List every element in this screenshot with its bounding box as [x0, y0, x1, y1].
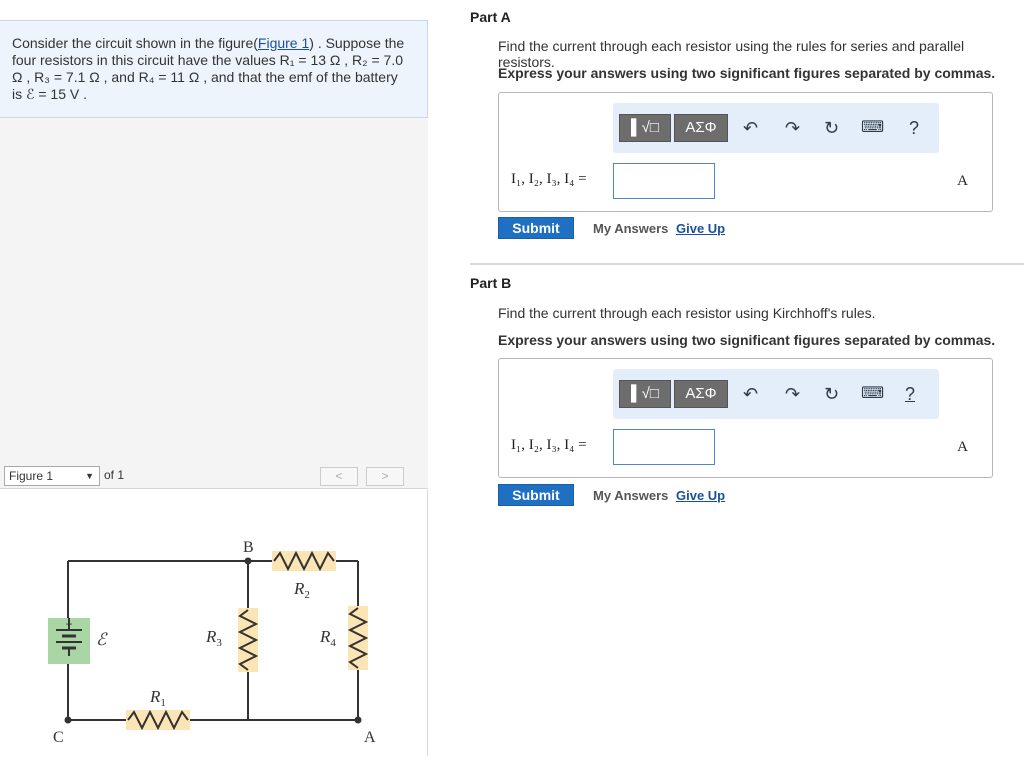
problem-statement: Consider the circuit shown in the figure… — [0, 20, 428, 118]
reset-icon[interactable]: ↻ — [824, 383, 839, 405]
part-b-math-toolbar: ▌√□ ΑΣΦ ↶ ↷ ↻ ⌨ ? — [613, 369, 939, 419]
part-a-give-up-link[interactable]: Give Up — [676, 221, 725, 236]
r2-label: R2 — [293, 579, 310, 601]
keyboard-icon[interactable]: ⌨ — [861, 117, 884, 139]
templates-button[interactable]: ▌√□ — [619, 114, 671, 142]
prev-figure-button[interactable]: < — [320, 467, 358, 486]
part-a-title: Part A — [470, 9, 511, 25]
redo-icon[interactable]: ↷ — [785, 383, 800, 405]
problem-line-3: Ω , R₃ = 7.1 Ω , and R₄ = 11 Ω , and tha… — [12, 69, 398, 85]
part-a-submit-button[interactable]: Submit — [498, 217, 574, 239]
part-b-my-answers-link[interactable]: My Answers — [593, 488, 668, 503]
part-b-give-up-link[interactable]: Give Up — [676, 488, 725, 503]
part-b-answer-input[interactable] — [613, 429, 715, 465]
left-panel: Consider the circuit shown in the figure… — [0, 0, 430, 756]
part-a-equation-label: I₁, I₂, I₃, I₄ = — [511, 171, 587, 187]
help-button[interactable]: ? — [909, 117, 919, 139]
node-c-label: C — [53, 729, 64, 746]
templates-button[interactable]: ▌√□ — [619, 380, 671, 408]
redo-icon[interactable]: ↷ — [785, 117, 800, 139]
figure-navigation-bar: Figure 1 ▼ of 1 < > — [0, 463, 428, 489]
r3-label: R3 — [205, 627, 222, 649]
node-a-label: A — [364, 729, 376, 746]
figure-panel: + ℰ R1 R2 R3 R4 B C A — [0, 490, 428, 756]
greek-symbols-button[interactable]: ΑΣΦ — [674, 114, 728, 142]
part-b-instruction: Find the current through each resistor u… — [498, 305, 876, 321]
part-a-answer-box: ▌√□ ΑΣΦ ↶ ↷ ↻ ⌨ ? I₁, I₂, I₃, I₄ = A — [498, 92, 993, 212]
help-button[interactable]: ? — [905, 383, 915, 405]
figure-link[interactable]: Figure 1 — [258, 35, 309, 51]
keyboard-icon[interactable]: ⌨ — [861, 383, 884, 405]
part-a-answer-input[interactable] — [613, 163, 715, 199]
part-a-unit: A — [957, 173, 968, 189]
part-b-title: Part B — [470, 275, 512, 291]
greek-symbols-button[interactable]: ΑΣΦ — [674, 380, 728, 408]
part-a-express: Express your answers using two significa… — [498, 65, 996, 81]
part-b-unit: A — [957, 439, 968, 455]
figure-count: of 1 — [104, 468, 125, 482]
part-b-express: Express your answers using two significa… — [498, 332, 996, 348]
r1-label: R1 — [149, 687, 166, 709]
part-b-answer-box: ▌√□ ΑΣΦ ↶ ↷ ↻ ⌨ ? I₁, I₂, I₃, I₄ = A — [498, 358, 993, 478]
node-a — [354, 716, 362, 724]
part-a-math-toolbar: ▌√□ ΑΣΦ ↶ ↷ ↻ ⌨ ? — [613, 103, 939, 153]
reset-icon[interactable]: ↻ — [824, 117, 839, 139]
part-b-equation-label: I₁, I₂, I₃, I₄ = — [511, 437, 587, 453]
part-b-submit-button[interactable]: Submit — [498, 484, 574, 506]
circuit-diagram: + ℰ R1 R2 R3 R4 B C A — [48, 539, 376, 746]
undo-icon[interactable]: ↶ — [743, 117, 758, 139]
battery-plus-label: + — [65, 617, 72, 631]
undo-icon[interactable]: ↶ — [743, 383, 758, 405]
r4-label: R4 — [319, 627, 336, 649]
node-b — [244, 557, 252, 565]
problem-line-4: is ℰ = 15 V . — [12, 86, 88, 102]
problem-line-1: Consider the circuit shown in the figure… — [12, 35, 405, 51]
problem-line-2: four resistors in this circuit have the … — [12, 52, 404, 68]
node-c — [64, 716, 72, 724]
section-divider — [470, 263, 1024, 265]
chevron-down-icon: ▼ — [85, 471, 94, 481]
left-blank-area — [0, 118, 428, 463]
node-b-label: B — [243, 539, 254, 556]
emf-label: ℰ — [96, 630, 108, 649]
part-a-my-answers-link[interactable]: My Answers — [593, 221, 668, 236]
next-figure-button[interactable]: > — [366, 467, 404, 486]
figure-select[interactable]: Figure 1 ▼ — [4, 466, 100, 486]
